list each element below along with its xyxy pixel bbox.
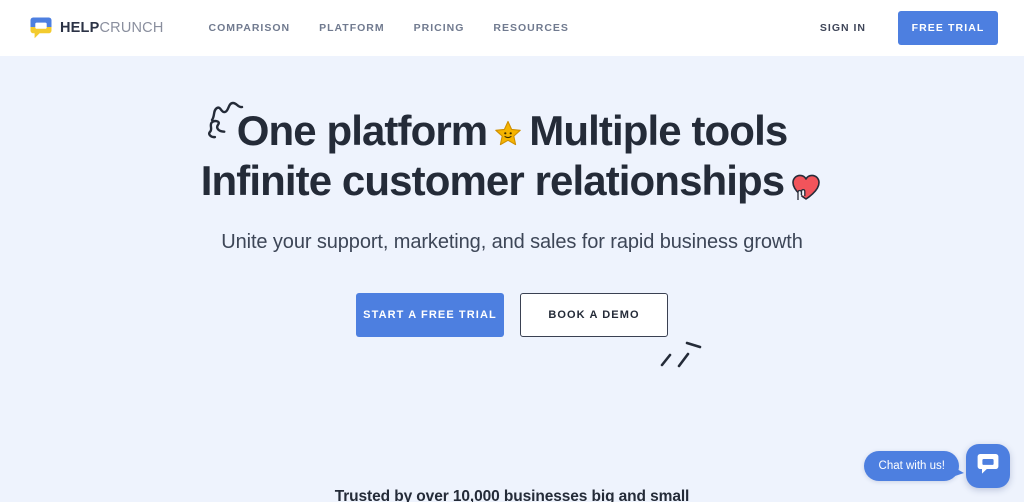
hero-cta-row: START A FREE TRIAL BOOK A DEMO	[0, 293, 1024, 368]
helpcrunch-chat-logo-icon	[29, 16, 53, 40]
logo-text-help: HELP	[60, 19, 100, 36]
nav-item-platform[interactable]: PLATFORM	[319, 22, 385, 34]
headline-text-b: Multiple tools	[529, 107, 788, 154]
hero-section: One platform Multiple tools Infinite cust…	[0, 56, 1024, 502]
book-a-demo-button[interactable]: BOOK A DEMO	[520, 293, 668, 338]
heart-emoji	[789, 165, 823, 200]
chat-bubble-icon	[976, 452, 1000, 481]
headline-text-c: Infinite customer relationships	[200, 156, 785, 204]
star-emoji	[491, 112, 525, 146]
nav-item-comparison[interactable]: COMPARISON	[209, 22, 291, 34]
start-free-trial-button[interactable]: START A FREE TRIAL	[356, 293, 504, 338]
burst-decoration-icon	[655, 333, 719, 381]
site-header: HELPCRUNCH COMPARISON PLATFORM PRICING R…	[0, 0, 1024, 56]
chat-launcher-button[interactable]	[966, 444, 1010, 488]
logo-wordmark: HELPCRUNCH	[60, 21, 164, 36]
nav-item-pricing[interactable]: PRICING	[414, 22, 465, 34]
logo[interactable]: HELPCRUNCH	[29, 16, 164, 40]
headline-line-2: Infinite customer relationships	[0, 156, 1024, 206]
headline-text-a: One platform	[236, 107, 488, 154]
main-navigation: COMPARISON PLATFORM PRICING RESOURCES	[209, 22, 569, 34]
header-actions: SIGN IN FREE TRIAL	[820, 11, 1024, 45]
free-trial-button[interactable]: FREE TRIAL	[898, 11, 998, 45]
sign-in-link[interactable]: SIGN IN	[820, 22, 866, 34]
trusted-by-text: Trusted by over 10,000 businesses big an…	[334, 488, 690, 502]
page-title: One platform Multiple tools Infinite cust…	[0, 101, 1024, 206]
nav-item-resources[interactable]: RESOURCES	[493, 22, 569, 34]
chat-widget: Chat with us!	[863, 444, 1010, 488]
chat-prompt-bubble[interactable]: Chat with us!	[863, 451, 965, 481]
headline-line-1: One platform Multiple tools	[0, 106, 1024, 156]
hero-subtitle: Unite your support, marketing, and sales…	[221, 231, 803, 254]
logo-text-crunch: CRUNCH	[99, 19, 164, 36]
